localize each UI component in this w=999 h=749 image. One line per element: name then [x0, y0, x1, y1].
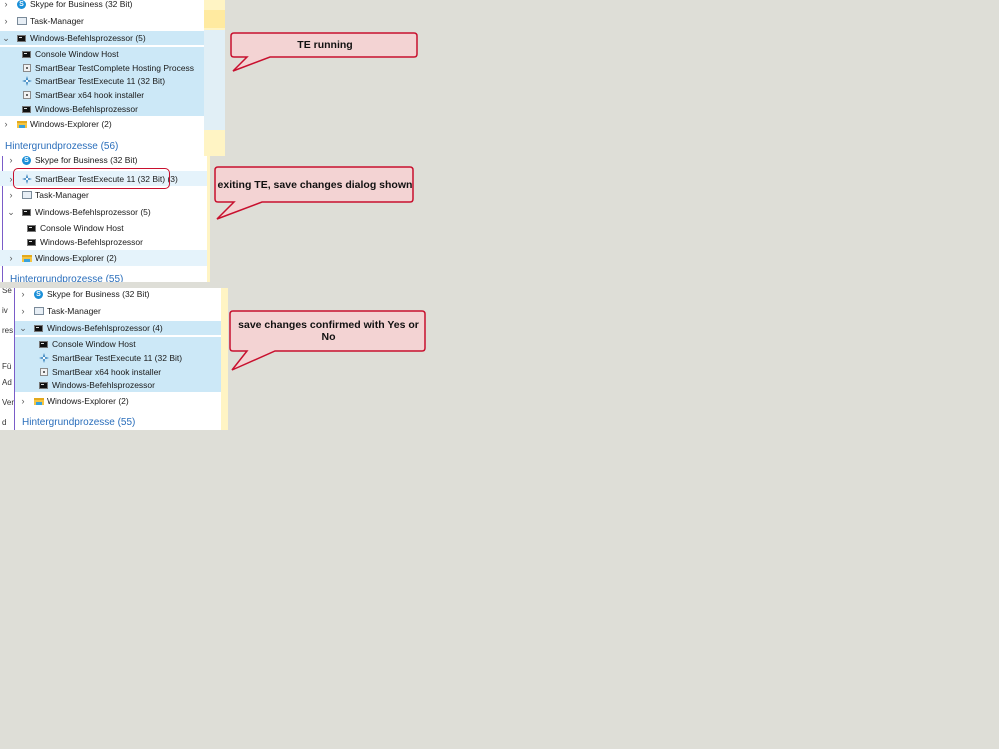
process-label: Windows-Befehlsprozessor	[35, 104, 138, 114]
task-manager-panel-te-running: › S Skype for Business (32 Bit) › Task-M…	[0, 0, 225, 156]
process-label: Windows-Befehlsprozessor	[52, 380, 155, 390]
task-manager-panel-exiting-te: › S Skype for Business (32 Bit) › SmartB…	[0, 156, 210, 282]
process-row-console-host[interactable]: Console Window Host	[0, 47, 204, 61]
process-label: Windows-Befehlsprozessor (4)	[47, 323, 163, 333]
process-row-skype[interactable]: › S Skype for Business (32 Bit)	[0, 156, 207, 167]
skype-icon: S	[34, 289, 43, 299]
process-row-testexecute[interactable]: SmartBear TestExecute 11 (32 Bit)	[15, 351, 221, 365]
process-row-cmd[interactable]: Windows-Befehlsprozessor	[15, 378, 221, 392]
process-label: Console Window Host	[40, 223, 124, 233]
task-manager-icon	[21, 191, 32, 199]
skype-icon: S	[17, 0, 26, 9]
process-label: Task-Manager	[30, 16, 84, 26]
explorer-icon	[33, 397, 44, 405]
process-label: Windows-Explorer (2)	[47, 396, 129, 406]
chevron-right-icon[interactable]: ›	[19, 396, 27, 406]
task-manager-icon	[16, 17, 27, 25]
chevron-down-icon[interactable]: ⌄	[19, 323, 27, 334]
cmd-icon	[39, 381, 48, 389]
process-label: Windows-Explorer (2)	[30, 119, 112, 129]
cpu-column	[204, 0, 225, 156]
task-manager-icon	[33, 307, 44, 315]
process-row-testcomplete-hosting[interactable]: SmartBear TestComplete Hosting Process	[0, 61, 204, 75]
task-manager-panel-save-confirmed: Se iv res Fü Ad Ver d › S Skype for Busi…	[0, 288, 228, 430]
process-row-console-host[interactable]: Console Window Host	[0, 221, 207, 235]
testexecute-icon	[38, 353, 49, 363]
chevron-down-icon[interactable]: ⌄	[7, 207, 15, 218]
process-row-task-manager[interactable]: › Task-Manager	[0, 188, 207, 202]
section-heading-background-processes[interactable]: Hintergrundprozesse (56)	[5, 141, 118, 152]
process-row-task-manager[interactable]: › Task-Manager	[0, 14, 204, 28]
section-heading-background-processes[interactable]: Hintergrundprozesse (55)	[10, 274, 123, 282]
process-label: Windows-Befehlsprozessor (5)	[30, 33, 146, 43]
process-row-task-manager[interactable]: › Task-Manager	[15, 304, 221, 318]
exe-icon	[22, 91, 31, 99]
process-label: SmartBear TestExecute 11 (32 Bit)	[52, 353, 183, 363]
process-label: Console Window Host	[52, 339, 136, 349]
cmd-icon	[17, 34, 26, 42]
chevron-right-icon[interactable]: ›	[19, 289, 27, 299]
process-label: Windows-Explorer (2)	[35, 253, 117, 263]
cmd-icon	[22, 208, 31, 216]
skype-icon: S	[22, 156, 31, 165]
process-label: Task-Manager	[47, 306, 101, 316]
chevron-right-icon[interactable]: ›	[7, 253, 15, 263]
process-label: SmartBear x64 hook installer	[52, 367, 162, 377]
process-row-skype[interactable]: › S Skype for Business (32 Bit)	[0, 0, 204, 11]
explorer-icon	[21, 254, 32, 262]
process-label: Skype for Business (32 Bit)	[47, 289, 150, 299]
process-row-cmd-group[interactable]: ⌄ Windows-Befehlsprozessor (4)	[15, 321, 221, 335]
cmd-icon	[27, 238, 36, 246]
callout-text: exiting TE, save changes dialog shown	[217, 178, 413, 191]
section-heading-background-processes[interactable]: Hintergrundprozesse (55)	[22, 417, 135, 428]
process-label: Console Window Host	[35, 49, 119, 59]
chevron-right-icon[interactable]: ›	[2, 119, 10, 129]
process-label: Windows-Befehlsprozessor	[40, 237, 143, 247]
process-row-skype[interactable]: › S Skype for Business (32 Bit)	[15, 288, 221, 301]
process-label: SmartBear x64 hook installer	[35, 90, 145, 100]
callout-text: save changes confirmed with Yes or No	[238, 319, 419, 343]
process-row-cmd-group[interactable]: ⌄ Windows-Befehlsprozessor (5)	[0, 31, 204, 45]
cmd-icon	[39, 340, 48, 348]
process-row-console-host[interactable]: Console Window Host	[15, 337, 221, 351]
testexecute-icon	[21, 76, 32, 86]
process-label: Windows-Befehlsprozessor (5)	[35, 207, 151, 217]
cmd-icon	[27, 224, 36, 232]
cmd-icon	[22, 50, 31, 58]
process-label: SmartBear TestExecute 11 (32 Bit)	[35, 76, 166, 86]
callout-te-running: TE running	[230, 32, 420, 74]
process-row-explorer[interactable]: › Windows-Explorer (2)	[0, 117, 204, 131]
process-row-explorer[interactable]: › Windows-Explorer (2)	[15, 394, 221, 408]
chevron-right-icon[interactable]: ›	[19, 306, 27, 316]
process-label: Task-Manager	[35, 190, 89, 200]
process-row-x64-hook[interactable]: SmartBear x64 hook installer	[0, 88, 204, 102]
process-row-cmd[interactable]: Windows-Befehlsprozessor	[0, 235, 207, 249]
callout-text: TE running	[297, 39, 353, 51]
exe-icon	[39, 368, 48, 376]
process-label: Skype for Business (32 Bit)	[30, 0, 133, 9]
cmd-icon	[22, 105, 31, 113]
process-row-cmd-group[interactable]: ⌄ Windows-Befehlsprozessor (5)	[0, 205, 207, 219]
callout-save-confirmed: save changes confirmed with Yes or No	[229, 310, 429, 372]
callout-save-dialog-shown: exiting TE, save changes dialog shown	[214, 166, 416, 222]
chevron-right-icon[interactable]: ›	[7, 156, 15, 165]
process-row-x64-hook[interactable]: SmartBear x64 hook installer	[15, 365, 221, 379]
process-row-testexecute[interactable]: SmartBear TestExecute 11 (32 Bit)	[0, 74, 204, 88]
chevron-right-icon[interactable]: ›	[2, 16, 10, 26]
exe-icon	[22, 64, 31, 72]
highlight-outline	[13, 168, 170, 189]
cmd-icon	[34, 324, 43, 332]
process-row-cmd[interactable]: Windows-Befehlsprozessor	[0, 102, 204, 116]
process-label: SmartBear TestComplete Hosting Process	[35, 63, 195, 73]
chevron-right-icon[interactable]: ›	[2, 0, 10, 9]
process-row-explorer[interactable]: › Windows-Explorer (2)	[0, 250, 207, 266]
explorer-icon	[16, 120, 27, 128]
process-label: Skype for Business (32 Bit)	[35, 156, 138, 165]
chevron-down-icon[interactable]: ⌄	[2, 33, 10, 44]
chevron-right-icon[interactable]: ›	[7, 190, 15, 200]
left-edge-text: Se iv res Fü Ad Ver d	[2, 288, 15, 427]
